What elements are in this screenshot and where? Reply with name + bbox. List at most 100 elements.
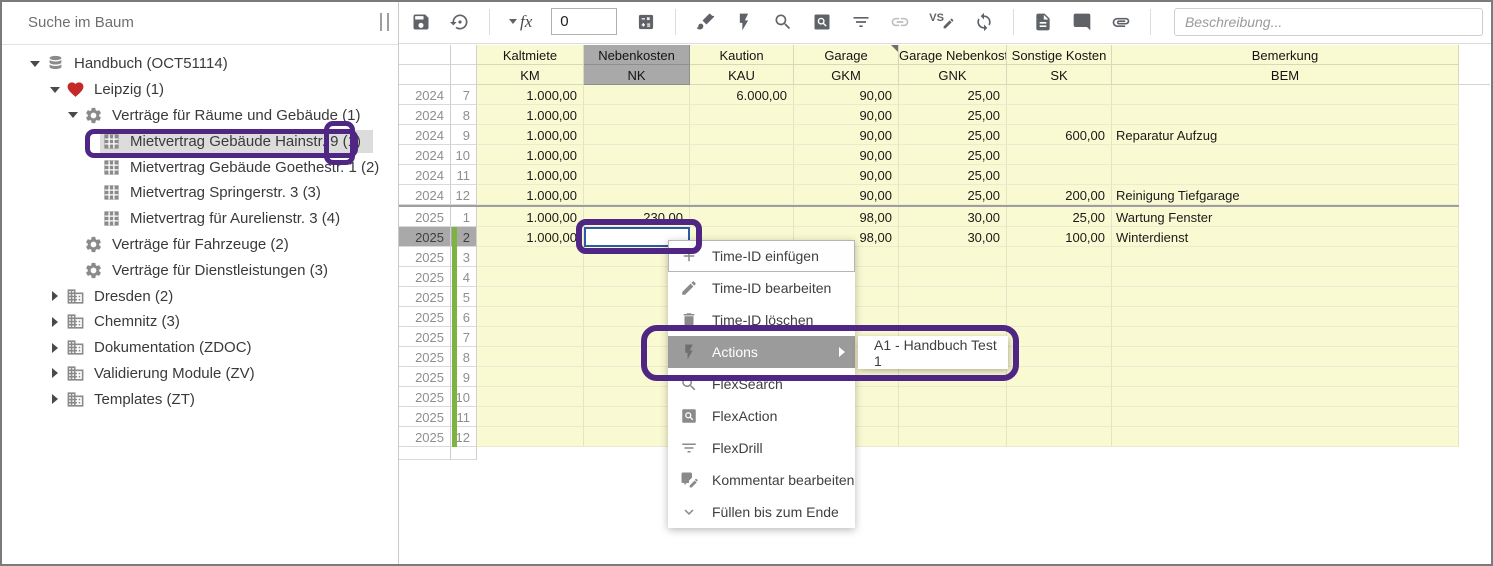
link-icon[interactable] xyxy=(890,12,910,32)
grid-cell[interactable]: 90,00 xyxy=(794,85,899,105)
tree-item[interactable]: Verträge für Fahrzeuge (2) xyxy=(0,232,398,258)
grid-cell[interactable]: 1.000,00 xyxy=(477,185,584,205)
column-code-header[interactable]: BEM xyxy=(1112,65,1459,85)
grid-cell[interactable] xyxy=(1112,287,1459,307)
grid-cell[interactable] xyxy=(584,85,690,105)
grid-cell[interactable] xyxy=(1007,165,1112,185)
flash-icon[interactable] xyxy=(734,12,754,32)
tree-search-input[interactable] xyxy=(0,0,398,44)
grid-cell[interactable]: Reparatur Aufzug xyxy=(1112,125,1459,145)
row-year-header[interactable]: 2025 xyxy=(399,327,451,347)
grid-cell[interactable] xyxy=(477,407,584,427)
column-header[interactable]: Bemerkung xyxy=(1112,45,1459,65)
row-year-header[interactable]: 2025 xyxy=(399,287,451,307)
row-year-header[interactable]: 2025 xyxy=(399,387,451,407)
grid-cell[interactable]: 90,00 xyxy=(794,145,899,165)
tree-item[interactable]: Mietvertrag Gebäude Goethestr. 1 (2) xyxy=(0,154,398,180)
row-month-header[interactable]: 7 xyxy=(451,85,477,105)
grid-cell[interactable] xyxy=(477,427,584,447)
grid-cell[interactable]: 200,00 xyxy=(1007,185,1112,205)
grid-cell[interactable] xyxy=(1112,165,1459,185)
row-year-header[interactable]: 2025 xyxy=(399,307,451,327)
grid-cell[interactable]: 1.000,00 xyxy=(477,105,584,125)
tree-item[interactable]: Validierung Module (ZV) xyxy=(0,361,398,387)
value-input[interactable] xyxy=(551,8,617,35)
grid-cell[interactable] xyxy=(584,125,690,145)
grid-cell[interactable] xyxy=(1007,267,1112,287)
grid-cell[interactable] xyxy=(1007,387,1112,407)
row-year-header[interactable]: 2025 xyxy=(399,267,451,287)
row-month-header[interactable]: 11 xyxy=(451,165,477,185)
grid-cell[interactable]: 90,00 xyxy=(794,185,899,205)
formula-dropdown-icon[interactable]: fx xyxy=(509,12,532,32)
menu-item[interactable]: Time-ID einfügen xyxy=(668,240,855,272)
grid-cell[interactable] xyxy=(1112,105,1459,125)
menu-item[interactable]: Time-ID löschen xyxy=(668,304,855,336)
grid-cell[interactable] xyxy=(899,287,1007,307)
grid-cell[interactable] xyxy=(899,247,1007,267)
grid-cell[interactable] xyxy=(1007,247,1112,267)
document-icon[interactable] xyxy=(1033,12,1053,32)
row-year-header[interactable]: 2024 xyxy=(399,105,451,125)
grid-cell[interactable] xyxy=(584,105,690,125)
grid-cell[interactable]: 25,00 xyxy=(899,85,1007,105)
grid-cell[interactable]: 25,00 xyxy=(899,165,1007,185)
history-icon[interactable] xyxy=(450,12,470,32)
column-header[interactable]: Kaltmiete xyxy=(477,45,584,65)
grid-cell[interactable] xyxy=(1112,327,1459,347)
row-year-header[interactable]: 2024 xyxy=(399,145,451,165)
menu-item[interactable]: FlexSearch xyxy=(668,368,855,400)
tree-item[interactable]: Mietvertrag Gebäude Hainstr. 9 (1) xyxy=(0,128,398,154)
column-code-header[interactable]: GNK xyxy=(899,65,1007,85)
grid-cell[interactable]: 30,00 xyxy=(899,207,1007,227)
grid-cell[interactable]: Winterdienst xyxy=(1112,227,1459,247)
row-month-header[interactable]: 10 xyxy=(451,145,477,165)
grid-cell[interactable]: 600,00 xyxy=(1007,125,1112,145)
grid-cell[interactable]: 100,00 xyxy=(1007,227,1112,247)
grid-cell[interactable] xyxy=(477,247,584,267)
grid-cell[interactable] xyxy=(690,105,794,125)
vs-edit-icon[interactable]: VS xyxy=(929,13,955,30)
column-header[interactable]: Nebenkosten xyxy=(584,45,690,65)
grid-cell[interactable]: 90,00 xyxy=(794,105,899,125)
tree-item[interactable]: Verträge für Räume und Gebäude (1) xyxy=(0,103,398,129)
grid-cell[interactable]: 90,00 xyxy=(794,165,899,185)
grid-cell[interactable] xyxy=(1007,427,1112,447)
flex-action-icon[interactable] xyxy=(812,12,832,32)
grid-cell[interactable]: Reinigung Tiefgarage xyxy=(1112,185,1459,205)
grid-cell[interactable] xyxy=(899,387,1007,407)
grid-cell[interactable]: 1.000,00 xyxy=(477,85,584,105)
tree-item[interactable]: Handbuch (OCT51114) xyxy=(0,51,398,77)
row-year-header[interactable]: 2025 xyxy=(399,207,451,227)
grid-cell[interactable]: 1.000,00 xyxy=(477,207,584,227)
row-year-header[interactable]: 2025 xyxy=(399,247,451,267)
grid-cell[interactable] xyxy=(584,185,690,205)
chevron-right-icon[interactable] xyxy=(46,317,64,327)
grid-cell[interactable] xyxy=(1007,105,1112,125)
column-code-header[interactable]: NK xyxy=(584,65,690,85)
row-month-header[interactable]: 1 xyxy=(451,207,477,227)
column-header[interactable]: Sonstige Kosten xyxy=(1007,45,1112,65)
grid-cell[interactable] xyxy=(1112,307,1459,327)
column-header[interactable]: Garage Nebenkosten xyxy=(899,45,1007,65)
grid-cell[interactable] xyxy=(1112,407,1459,427)
column-code-header[interactable]: KM xyxy=(477,65,584,85)
grid-cell[interactable] xyxy=(477,287,584,307)
column-code-header[interactable]: SK xyxy=(1007,65,1112,85)
splitter-handle-icon[interactable] xyxy=(380,13,389,31)
grid-cell[interactable] xyxy=(899,407,1007,427)
grid-cell[interactable] xyxy=(477,387,584,407)
grid-cell[interactable] xyxy=(477,267,584,287)
tree-item[interactable]: Mietvertrag für Aurelienstr. 3 (4) xyxy=(0,206,398,232)
grid-cell[interactable] xyxy=(1007,145,1112,165)
grid-cell[interactable]: 25,00 xyxy=(1007,207,1112,227)
column-code-header[interactable]: GKM xyxy=(794,65,899,85)
filter-icon[interactable] xyxy=(851,12,871,32)
grid-cell[interactable]: 1.000,00 xyxy=(477,145,584,165)
row-year-header[interactable]: 2025 xyxy=(399,347,451,367)
grid-cell[interactable]: 1.000,00 xyxy=(477,227,584,247)
grid-cell[interactable]: 98,00 xyxy=(794,207,899,227)
comment-icon[interactable] xyxy=(1072,12,1092,32)
menu-item[interactable]: Füllen bis zum Ende xyxy=(668,496,855,528)
chevron-right-icon[interactable] xyxy=(46,343,64,353)
